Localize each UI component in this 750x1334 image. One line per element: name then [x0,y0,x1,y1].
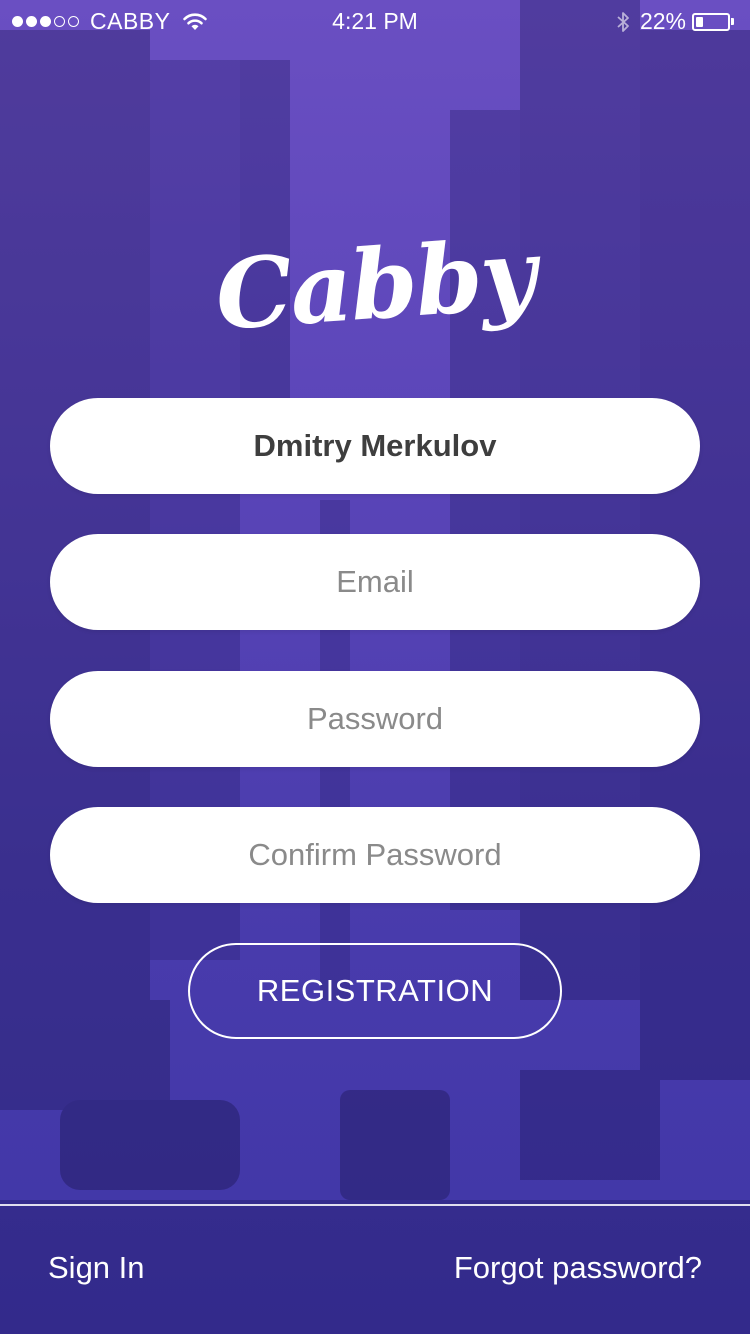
status-bar: CABBY 4:21 PM 22% [0,0,750,40]
city-background-image [0,0,750,1334]
bluetooth-icon [617,11,629,32]
confirm-password-field[interactable] [50,807,700,903]
registration-screen: CABBY 4:21 PM 22% Cabby REGISTR [0,0,750,1334]
sign-in-link[interactable]: Sign In [48,1250,145,1286]
battery-icon [692,12,736,32]
password-field[interactable] [50,671,700,767]
battery-level-fill [696,16,703,27]
registration-button[interactable]: REGISTRATION [188,943,562,1039]
name-field[interactable] [50,398,700,494]
battery-tip [731,18,734,25]
battery-body [692,12,730,31]
footer-divider [0,1204,750,1206]
status-right: 22% [616,8,736,35]
email-field[interactable] [50,534,700,630]
battery-percent: 22% [639,8,686,34]
forgot-password-link[interactable]: Forgot password? [454,1250,702,1286]
